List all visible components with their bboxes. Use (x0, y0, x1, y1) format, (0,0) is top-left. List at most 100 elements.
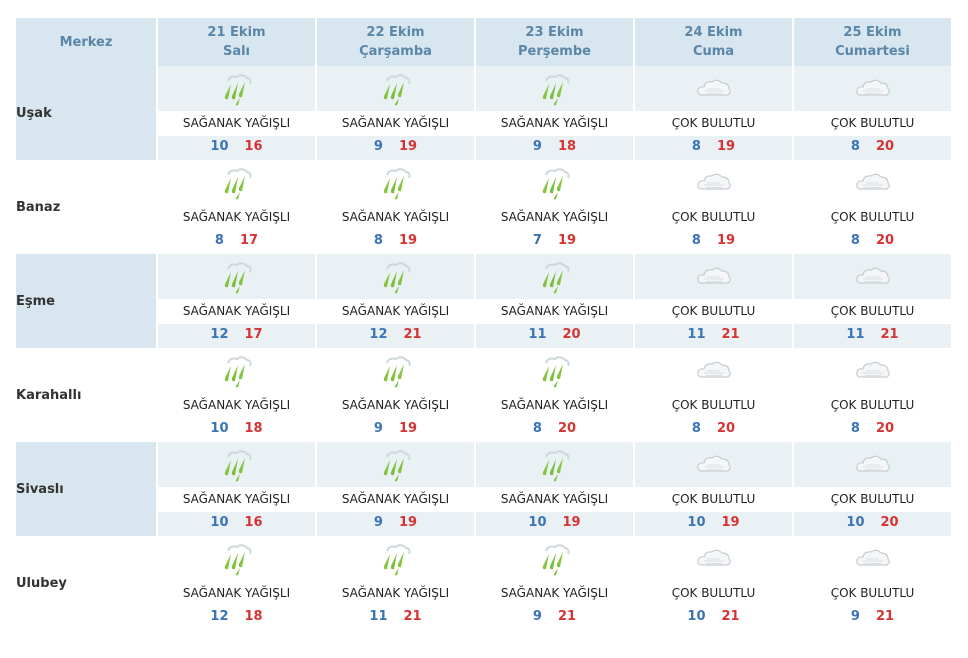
min-temperature: 10 (846, 515, 865, 530)
city-name: Karahallı (16, 348, 158, 442)
temperature-range: 11 21 (635, 324, 792, 348)
max-temperature: 19 (398, 139, 418, 154)
max-temperature: 18 (244, 609, 263, 624)
temperature-range: 8 19 (635, 230, 792, 254)
min-temperature: 9 (373, 139, 383, 154)
forecast-body: Uşak SAĞANAK YAĞIŞLI 10 16 SAĞANAK YAĞIŞLI 9 1… (16, 66, 951, 630)
max-temperature: 19 (557, 233, 577, 248)
weather-description: SAĞANAK YAĞIŞLI (341, 586, 450, 600)
temperature-range: 10 21 (635, 606, 792, 630)
location-column-header: Merkez (16, 18, 158, 66)
min-temperature: 8 (691, 421, 701, 436)
day-forecast-cell: SAĞANAK YAĞIŞLI 9 18 (476, 66, 635, 160)
day-date: 21 Ekim (207, 25, 266, 40)
weather-description: ÇOK BULUTLU (635, 487, 792, 512)
max-temperature: 21 (721, 327, 740, 342)
day-forecast-cell: ÇOK BULUTLU 9 21 (794, 536, 951, 630)
temperature-range: 10 19 (476, 512, 633, 536)
forecast-row: Uşak SAĞANAK YAĞIŞLI 10 16 SAĞANAK YAĞIŞLI 9 1… (16, 66, 951, 160)
temperature-range: 8 17 (158, 230, 315, 254)
weather-description: SAĞANAK YAĞIŞLI (317, 299, 474, 324)
day-weekday: Cumartesi (835, 44, 910, 59)
cloudy-icon (696, 454, 732, 476)
day-forecast-cell: SAĞANAK YAĞIŞLI 12 18 (158, 536, 317, 630)
day-forecast-cell: ÇOK BULUTLU 8 20 (794, 160, 951, 254)
min-temperature: 10 (687, 609, 706, 624)
max-temperature: 19 (716, 233, 736, 248)
temperature-range: 11 21 (794, 324, 951, 348)
forecast-table: Merkez 21 Ekim Salı 22 Ekim Çarşamba 23 Ek… (16, 18, 951, 630)
day-forecast-cell: SAĞANAK YAĞIŞLI 10 19 (476, 442, 635, 536)
day-forecast-cell: ÇOK BULUTLU 8 20 (794, 348, 951, 442)
max-temperature: 20 (880, 515, 899, 530)
temperature-range: 9 21 (476, 606, 633, 630)
day-forecast-cell: ÇOK BULUTLU 10 21 (635, 536, 794, 630)
day-date: 24 Ekim (684, 25, 743, 40)
temperature-range: 9 19 (317, 512, 474, 536)
day-forecast-cell: ÇOK BULUTLU 11 21 (635, 254, 794, 348)
max-temperature: 20 (875, 233, 895, 248)
max-temperature: 19 (398, 233, 418, 248)
temperature-range: 10 16 (158, 512, 315, 536)
cloudy-icon (696, 172, 732, 194)
max-temperature: 21 (403, 609, 422, 624)
shower-rain-icon (538, 72, 572, 106)
day-forecast-cell: SAĞANAK YAĞIŞLI 11 21 (317, 536, 476, 630)
day-forecast-cell: SAĞANAK YAĞIŞLI 9 19 (317, 348, 476, 442)
max-temperature: 16 (244, 515, 263, 530)
cloudy-icon (855, 454, 891, 476)
min-temperature: 9 (373, 515, 383, 530)
min-temperature: 10 (210, 139, 229, 154)
day-forecast-cell: SAĞANAK YAĞIŞLI 7 19 (476, 160, 635, 254)
shower-rain-icon (220, 448, 254, 482)
min-temperature: 7 (532, 233, 542, 248)
max-temperature: 19 (398, 515, 418, 530)
shower-rain-icon (538, 542, 572, 576)
min-temperature: 8 (850, 233, 860, 248)
shower-rain-icon (538, 354, 572, 388)
day-forecast-cell: SAĞANAK YAĞIŞLI 9 19 (317, 442, 476, 536)
weather-description: ÇOK BULUTLU (671, 398, 756, 412)
max-temperature: 20 (875, 139, 895, 154)
max-temperature: 21 (721, 609, 740, 624)
day-forecast-cell: SAĞANAK YAĞIŞLI 10 16 (158, 442, 317, 536)
min-temperature: 11 (687, 327, 706, 342)
weather-description: ÇOK BULUTLU (671, 586, 756, 600)
day-weekday: Salı (222, 44, 251, 59)
day-forecast-cell: ÇOK BULUTLU 8 19 (635, 66, 794, 160)
shower-rain-icon (220, 542, 254, 576)
temperature-range: 8 19 (317, 230, 474, 254)
weather-description: SAĞANAK YAĞIŞLI (182, 210, 291, 224)
cloudy-icon (855, 360, 891, 382)
min-temperature: 9 (532, 609, 542, 624)
weather-description: SAĞANAK YAĞIŞLI (341, 210, 450, 224)
min-temperature: 8 (850, 139, 860, 154)
day-forecast-cell: SAĞANAK YAĞIŞLI 8 20 (476, 348, 635, 442)
cloudy-icon (855, 172, 891, 194)
weather-description: SAĞANAK YAĞIŞLI (476, 111, 633, 136)
day-forecast-cell: SAĞANAK YAĞIŞLI 10 18 (158, 348, 317, 442)
weather-description: SAĞANAK YAĞIŞLI (476, 299, 633, 324)
day-forecast-cell: SAĞANAK YAĞIŞLI 11 20 (476, 254, 635, 348)
day-forecast-cell: ÇOK BULUTLU 10 19 (635, 442, 794, 536)
max-temperature: 19 (398, 421, 418, 436)
weather-description: SAĞANAK YAĞIŞLI (182, 586, 291, 600)
min-temperature: 10 (528, 515, 547, 530)
weather-description: ÇOK BULUTLU (830, 398, 915, 412)
min-temperature: 8 (850, 421, 860, 436)
max-temperature: 16 (244, 139, 263, 154)
shower-rain-icon (379, 260, 413, 294)
day-forecast-cell: SAĞANAK YAĞIŞLI 12 17 (158, 254, 317, 348)
weather-description: SAĞANAK YAĞIŞLI (182, 398, 291, 412)
max-temperature: 19 (562, 515, 581, 530)
day-forecast-cell: SAĞANAK YAĞIŞLI 10 16 (158, 66, 317, 160)
temperature-range: 8 20 (794, 230, 951, 254)
forecast-row: Ulubey SAĞANAK YAĞIŞLI 12 18 SAĞANAK YAĞIŞLI… (16, 536, 951, 630)
day-forecast-cell: ÇOK BULUTLU 8 19 (635, 160, 794, 254)
day-weekday: Çarşamba (359, 44, 432, 59)
min-temperature: 12 (210, 327, 229, 342)
shower-rain-icon (220, 166, 254, 200)
shower-rain-icon (538, 448, 572, 482)
min-temperature: 10 (210, 515, 229, 530)
day-forecast-cell: SAĞANAK YAĞIŞLI 8 17 (158, 160, 317, 254)
